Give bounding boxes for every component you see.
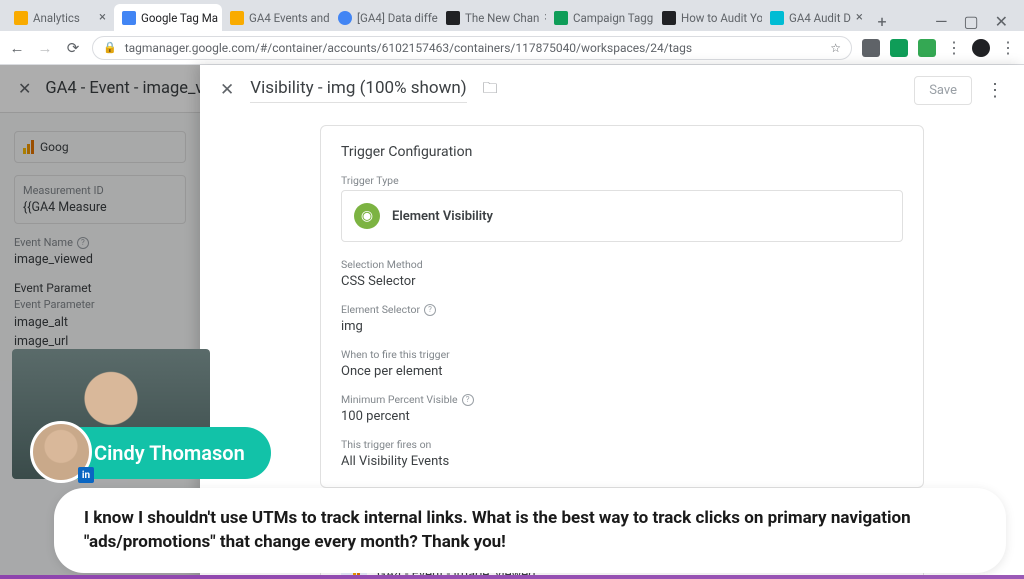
- close-icon[interactable]: ×: [856, 10, 863, 25]
- kebab-icon[interactable]: ⋮: [986, 80, 1004, 101]
- new-tab-button[interactable]: +: [870, 12, 894, 31]
- field-label: Selection Method: [341, 258, 903, 271]
- field-value: CSS Selector: [341, 274, 903, 289]
- tab-title: The New Chan: [465, 11, 539, 25]
- field-label: Event Paramet: [14, 281, 186, 295]
- field-label: Measurement ID: [23, 184, 177, 197]
- field-label: When to fire this trigger: [341, 348, 903, 361]
- close-icon[interactable]: ✕: [18, 79, 31, 98]
- favicon-icon: [230, 11, 244, 25]
- field-label: Event Name: [14, 236, 73, 249]
- field-sublabel: Event Parameter: [14, 298, 186, 311]
- kebab-icon[interactable]: ⋮: [946, 38, 962, 57]
- help-icon[interactable]: ?: [424, 304, 436, 316]
- field-label: This trigger fires on: [341, 438, 903, 451]
- browser-tab[interactable]: [GA4] Data diffe×: [330, 4, 438, 31]
- reload-icon[interactable]: ⟳: [64, 39, 82, 57]
- window-close-icon[interactable]: ✕: [995, 12, 1008, 31]
- tab-title: Google Tag Ma: [141, 11, 218, 25]
- field-label: Element Selector: [341, 303, 420, 316]
- back-icon[interactable]: ←: [8, 39, 26, 57]
- tab-title: GA4 Events and: [249, 11, 330, 25]
- tab-title: Analytics: [33, 11, 80, 25]
- help-icon[interactable]: ?: [77, 237, 89, 249]
- save-button[interactable]: Save: [914, 76, 972, 105]
- url-input[interactable]: 🔒 tagmanager.google.com/#/container/acco…: [92, 36, 852, 60]
- url-text: tagmanager.google.com/#/container/accoun…: [125, 41, 692, 55]
- field-label: Trigger Type: [341, 174, 903, 187]
- favicon-icon: [770, 11, 784, 25]
- tab-title: GA4 Audit D: [789, 11, 851, 25]
- browser-tab[interactable]: The New Chan×: [438, 4, 546, 31]
- tag-type-label: Goog: [40, 140, 69, 154]
- favicon-icon: [14, 11, 28, 25]
- trigger-config-card[interactable]: Trigger Configuration Trigger Type ◉ Ele…: [320, 125, 924, 488]
- browser-tab[interactable]: Analytics ×: [6, 4, 114, 31]
- favicon-icon: [554, 11, 568, 25]
- field-value: Once per element: [341, 364, 903, 379]
- browser-tab-strip: Analytics× Google Tag Ma× GA4 Events and…: [0, 0, 1024, 31]
- visibility-icon: ◉: [354, 203, 380, 229]
- caption-bubble: I know I shouldn't use UTMs to track int…: [54, 488, 1006, 573]
- close-icon[interactable]: ×: [99, 10, 106, 25]
- speaker-name: Cindy Thomason: [94, 441, 245, 465]
- ga4-icon: [23, 140, 34, 154]
- browser-tab[interactable]: Google Tag Ma×: [114, 4, 222, 31]
- address-bar: ← → ⟳ 🔒 tagmanager.google.com/#/containe…: [0, 31, 1024, 65]
- folder-icon[interactable]: 🗀: [483, 78, 498, 103]
- browser-tab[interactable]: GA4 Events and×: [222, 4, 330, 31]
- chrome-menu-icon[interactable]: ⋮: [1000, 38, 1016, 57]
- extension-icon[interactable]: [918, 39, 936, 57]
- card-title: Trigger Configuration: [341, 144, 903, 160]
- extension-icons: ⋮ ⋮: [862, 38, 1016, 57]
- star-icon[interactable]: ☆: [830, 41, 841, 55]
- maximize-icon[interactable]: ▢: [963, 12, 978, 31]
- favicon-icon: [338, 11, 352, 25]
- browser-tab[interactable]: Campaign Tagg×: [546, 4, 654, 31]
- minimize-icon[interactable]: —: [935, 12, 948, 31]
- browser-tab[interactable]: How to Audit Yo×: [654, 4, 762, 31]
- close-icon[interactable]: ✕: [220, 80, 234, 100]
- help-icon[interactable]: ?: [462, 394, 474, 406]
- field-value: {{GA4 Measure: [23, 200, 177, 215]
- tag-title: GA4 - Event - image_vie: [45, 79, 216, 98]
- caption-text: I know I shouldn't use UTMs to track int…: [84, 506, 976, 555]
- browser-tab[interactable]: GA4 Audit D ×: [762, 4, 870, 31]
- trigger-type-selector[interactable]: ◉ Element Visibility: [341, 190, 903, 242]
- trigger-type-value: Element Visibility: [392, 209, 493, 224]
- field-value: All Visibility Events: [341, 454, 903, 469]
- extension-icon[interactable]: [890, 39, 908, 57]
- forward-icon[interactable]: →: [36, 39, 54, 57]
- progress-strip: [0, 575, 1024, 579]
- tab-title: How to Audit Yo: [681, 11, 762, 25]
- extension-icon[interactable]: [862, 39, 880, 57]
- lock-icon: 🔒: [103, 41, 117, 54]
- panel-header: ✕ Visibility - img (100% shown) 🗀 Save ⋮: [200, 65, 1024, 115]
- param-name: image_alt: [14, 314, 186, 333]
- favicon-icon: [446, 11, 460, 25]
- panel-title[interactable]: Visibility - img (100% shown): [250, 78, 466, 103]
- tab-title: Campaign Tagg: [573, 11, 653, 25]
- profile-icon[interactable]: [972, 39, 990, 57]
- tab-title: [GA4] Data diffe: [357, 11, 438, 25]
- linkedin-icon: in: [78, 467, 94, 483]
- favicon-icon: [122, 11, 136, 25]
- field-value: image_viewed: [14, 252, 186, 267]
- field-value: 100 percent: [341, 409, 903, 424]
- field-label: Minimum Percent Visible: [341, 393, 458, 406]
- favicon-icon: [662, 11, 676, 25]
- field-value: img: [341, 319, 903, 334]
